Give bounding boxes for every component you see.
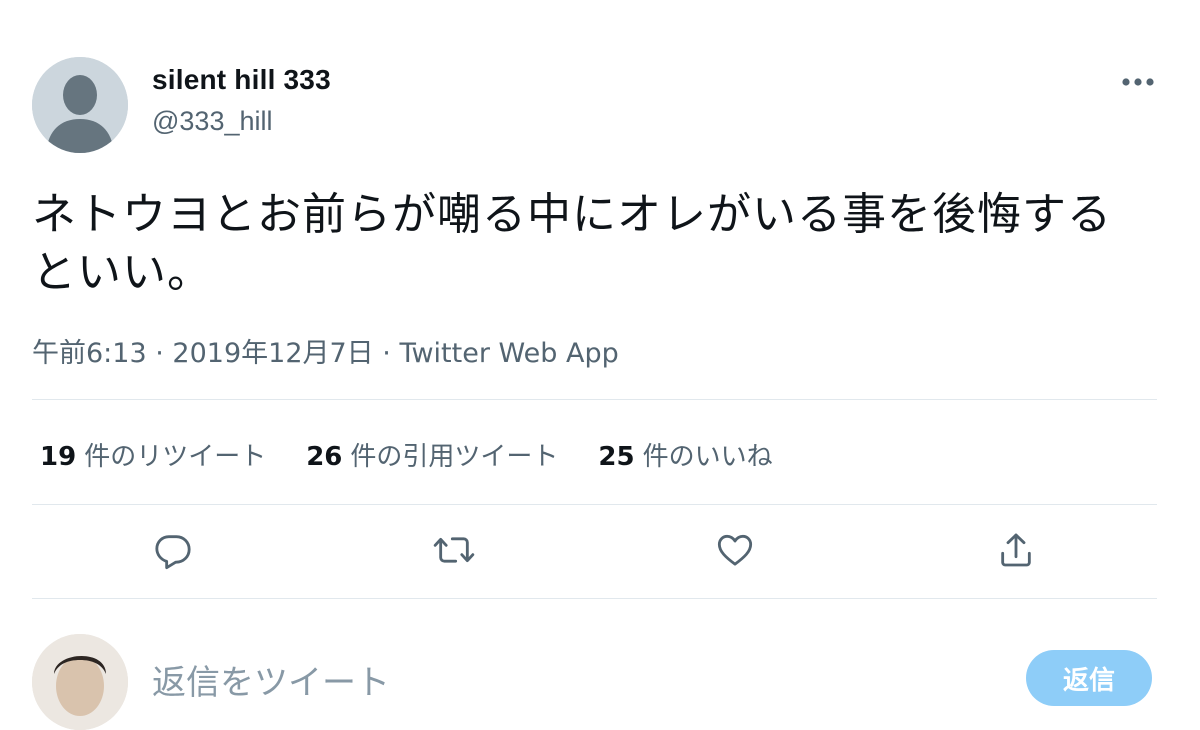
tweet-date[interactable]: 2019年12月7日	[172, 338, 373, 369]
author-handle[interactable]: @333_hill	[152, 106, 273, 137]
tweet-meta: 午前6:13 · 2019年12月7日 · Twitter Web App	[32, 331, 619, 370]
quotes-stat[interactable]: 26 件の引用ツイート	[306, 436, 558, 473]
tweet-source[interactable]: Twitter Web App	[399, 338, 618, 369]
retweets-label: 件のリツイート	[84, 442, 267, 472]
tweet-stats: 19 件のリツイート 26 件の引用ツイート 25 件のいいね	[40, 436, 813, 473]
divider	[32, 504, 1157, 505]
reply-input[interactable]: 返信をツイート	[152, 655, 390, 704]
retweet-icon	[433, 537, 475, 563]
more-icon	[1122, 78, 1154, 86]
tweet-actions	[0, 528, 1200, 578]
like-icon	[717, 534, 753, 566]
user-photo-icon	[32, 634, 128, 730]
retweet-button[interactable]	[432, 528, 476, 572]
share-icon	[1001, 533, 1031, 567]
divider	[32, 399, 1157, 400]
share-button[interactable]	[994, 528, 1038, 572]
quotes-label: 件の引用ツイート	[350, 442, 559, 472]
default-avatar-icon	[32, 57, 128, 153]
likes-count: 25	[598, 442, 635, 472]
tweet-time[interactable]: 午前6:13	[32, 338, 147, 369]
likes-stat[interactable]: 25 件のいいね	[598, 436, 772, 473]
reply-submit-button[interactable]: 返信	[1026, 650, 1152, 706]
retweets-stat[interactable]: 19 件のリツイート	[40, 436, 266, 473]
meta-separator: ·	[382, 338, 391, 369]
author-avatar[interactable]	[32, 57, 128, 153]
more-options-button[interactable]	[1116, 64, 1160, 100]
divider	[32, 598, 1157, 599]
author-name[interactable]: silent hill 333	[152, 64, 331, 96]
likes-label: 件のいいね	[642, 442, 773, 472]
retweets-count: 19	[40, 442, 77, 472]
like-button[interactable]	[713, 528, 757, 572]
reply-button[interactable]	[151, 528, 195, 572]
meta-separator: ·	[155, 338, 164, 369]
quotes-count: 26	[306, 442, 343, 472]
reply-icon	[155, 535, 191, 570]
tweet-text: ネトウヨとお前らが嘲る中にオレがいる事を後悔するといい。	[32, 189, 1112, 298]
user-avatar[interactable]	[32, 634, 128, 730]
